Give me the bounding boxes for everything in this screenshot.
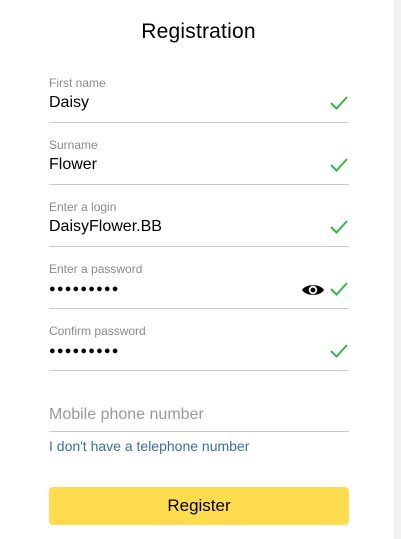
confirm-password-field[interactable]: Confirm password ●●●●●●●●●: [49, 324, 349, 371]
window-edge: [394, 0, 401, 539]
confirm-password-label: Confirm password: [49, 324, 146, 338]
no-telephone-link[interactable]: I don't have a telephone number: [49, 438, 249, 454]
first-name-value[interactable]: Daisy: [49, 93, 89, 113]
registration-page: Registration First name Daisy Surname Fl…: [0, 0, 401, 539]
surname-value[interactable]: Flower: [49, 155, 97, 175]
first-name-label: First name: [49, 76, 106, 90]
eye-icon[interactable]: [301, 281, 325, 299]
password-label: Enter a password: [49, 262, 143, 276]
login-value[interactable]: DaisyFlower.BB: [49, 217, 162, 237]
check-icon: [330, 282, 348, 296]
login-field[interactable]: Enter a login DaisyFlower.BB: [49, 200, 349, 247]
check-icon: [330, 344, 348, 358]
login-label: Enter a login: [49, 200, 117, 214]
register-button[interactable]: Register: [49, 487, 349, 525]
mobile-phone-placeholder: Mobile phone number: [49, 406, 204, 423]
page-title: Registration: [141, 20, 256, 43]
first-name-field[interactable]: First name Daisy: [49, 76, 349, 123]
check-icon: [330, 220, 348, 234]
password-value[interactable]: ●●●●●●●●●: [49, 281, 120, 297]
password-field[interactable]: Enter a password ●●●●●●●●●: [49, 262, 349, 309]
check-icon: [330, 158, 348, 172]
surname-label: Surname: [49, 138, 98, 152]
mobile-phone-input[interactable]: Mobile phone number: [49, 404, 349, 432]
surname-field[interactable]: Surname Flower: [49, 138, 349, 185]
confirm-password-value[interactable]: ●●●●●●●●●: [49, 343, 120, 359]
check-icon: [330, 96, 348, 110]
